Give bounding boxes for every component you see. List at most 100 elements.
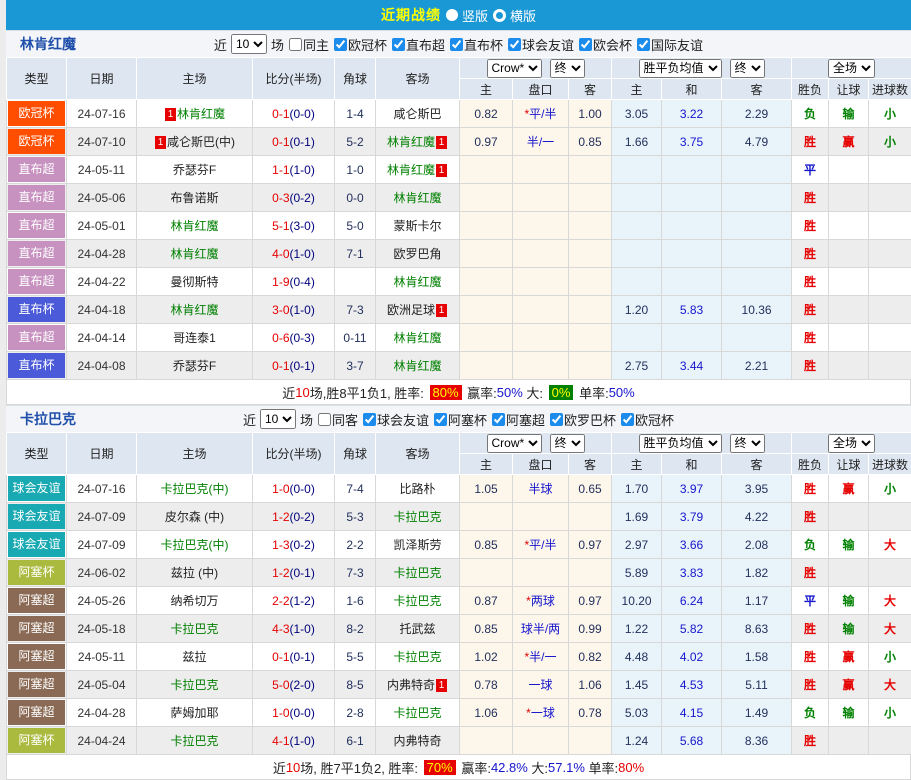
league-filter[interactable]: 阿塞杯 [430, 410, 487, 429]
layout-horizontal-radio[interactable]: 横版 [493, 6, 536, 25]
league-filter-label: 阿塞杯 [448, 410, 487, 429]
europe-avg-select[interactable]: 胜平负均值 [639, 434, 722, 453]
away-team-name[interactable]: 卡拉巴克 [393, 706, 441, 720]
same-venue-filter[interactable]: 同主 [285, 35, 329, 54]
home-team-name[interactable]: 林肯红魔 [170, 247, 218, 261]
home-team-name[interactable]: 卡拉巴克 [170, 734, 218, 748]
league-filter[interactable]: 欧冠杯 [330, 35, 387, 54]
home-team-name[interactable]: 兹拉 (中) [171, 566, 218, 580]
league-filter-checkbox[interactable] [508, 38, 521, 51]
away-team-name[interactable]: 欧罗巴角 [393, 247, 441, 261]
league-filter-checkbox[interactable] [334, 38, 347, 51]
europe-final-select[interactable]: 终 [730, 434, 765, 453]
same-venue-checkbox[interactable] [318, 413, 331, 426]
home-team-name[interactable]: 卡拉巴克(中) [161, 482, 229, 496]
home-team-name[interactable]: 乔瑟芬F [173, 359, 216, 373]
league-filter-checkbox[interactable] [621, 413, 634, 426]
league-filter-checkbox[interactable] [392, 38, 405, 51]
score-cell: 0-1(0-0) [253, 100, 335, 128]
league-filter-checkbox[interactable] [550, 413, 563, 426]
home-team-name[interactable]: 萨姆加耶 [170, 706, 218, 720]
recent-count-select[interactable]: 10 [260, 409, 296, 429]
home-team-name[interactable]: 卡拉巴克(中) [161, 538, 229, 552]
league-filter[interactable]: 国际友谊 [633, 35, 703, 54]
away-team-name[interactable]: 林肯红魔 [393, 191, 441, 205]
europe-avg-select[interactable]: 胜平负均值 [639, 59, 722, 78]
away-team-name[interactable]: 卡拉巴克 [393, 594, 441, 608]
away-team-name[interactable]: 林肯红魔 [387, 135, 435, 149]
scope-select[interactable]: 全场 [828, 434, 875, 453]
league-filter-checkbox[interactable] [637, 38, 650, 51]
home-team-cell: 哥连泰1 [137, 324, 253, 352]
away-team-name[interactable]: 内弗特奇 [393, 734, 441, 748]
goals-cell [869, 324, 911, 352]
handicap-cell [829, 296, 869, 324]
away-team-name[interactable]: 欧洲足球 [387, 303, 435, 317]
home-team-name[interactable]: 曼彻斯特 [170, 275, 218, 289]
league-filter[interactable]: 球会友谊 [359, 410, 429, 429]
same-venue-checkbox[interactable] [289, 38, 302, 51]
away-team-name[interactable]: 比路朴 [399, 482, 435, 496]
away-team-name[interactable]: 林肯红魔 [387, 163, 435, 177]
games-label: 场 [271, 35, 284, 54]
scope-select[interactable]: 全场 [828, 59, 875, 78]
same-venue-filter[interactable]: 同客 [314, 410, 358, 429]
europe-final-select[interactable]: 终 [730, 59, 765, 78]
league-filter[interactable]: 直布杯 [446, 35, 503, 54]
handicap-cell: 输 [829, 100, 869, 128]
away-team-name[interactable]: 林肯红魔 [393, 275, 441, 289]
away-team-name[interactable]: 内弗特奇 [387, 678, 435, 692]
league-filter[interactable]: 欧冠杯 [617, 410, 674, 429]
home-team-name[interactable]: 卡拉巴克 [170, 622, 218, 636]
home-team-name[interactable]: 咸仑斯巴(中) [167, 135, 235, 149]
eu-draw-odds [662, 268, 722, 296]
league-filter-checkbox[interactable] [492, 413, 505, 426]
home-team-name[interactable]: 卡拉巴克 [170, 678, 218, 692]
ah-line: *一球 [513, 699, 569, 727]
eu-away-odds [722, 268, 792, 296]
away-team-name[interactable]: 卡拉巴克 [393, 650, 441, 664]
league-filter-checkbox[interactable] [434, 413, 447, 426]
horizontal-label: 横版 [510, 6, 536, 25]
goals-cell: 大 [869, 587, 911, 615]
league-filter[interactable]: 欧罗巴杯 [546, 410, 616, 429]
league-filter-checkbox[interactable] [579, 38, 592, 51]
away-team-name[interactable]: 林肯红魔 [393, 359, 441, 373]
home-team-name[interactable]: 纳希切万 [170, 594, 218, 608]
league-filter[interactable]: 球会友谊 [504, 35, 574, 54]
odds-provider-select[interactable]: Crow* [487, 59, 542, 78]
away-team-name[interactable]: 咸仑斯巴 [393, 107, 441, 121]
home-team-name[interactable]: 林肯红魔 [177, 107, 225, 121]
fulltime-score: 3-0 [272, 303, 289, 317]
odds-provider-select[interactable]: Crow* [487, 434, 542, 453]
away-team-name[interactable]: 卡拉巴克 [393, 510, 441, 524]
home-team-name[interactable]: 乔瑟芬F [173, 163, 216, 177]
col-subheader: 进球数 [869, 454, 911, 475]
date-cell: 24-04-24 [67, 727, 137, 755]
league-filter-checkbox[interactable] [450, 38, 463, 51]
score-cell: 0-1(0-1) [253, 352, 335, 380]
home-team-name[interactable]: 布鲁诺斯 [170, 191, 218, 205]
layout-vertical-radio[interactable]: 竖版 [446, 6, 488, 25]
away-team-name[interactable]: 蒙斯卡尔 [393, 219, 441, 233]
league-filter[interactable]: 欧会杯 [575, 35, 632, 54]
away-team-name[interactable]: 托武兹 [399, 622, 435, 636]
league-filter[interactable]: 直布超 [388, 35, 445, 54]
away-team-name[interactable]: 卡拉巴克 [393, 566, 441, 580]
home-team-name[interactable]: 兹拉 [182, 650, 206, 664]
league-badge: 球会友谊 [8, 504, 65, 529]
away-team-name[interactable]: 凯泽斯劳 [393, 538, 441, 552]
home-team-name[interactable]: 皮尔森 (中) [165, 510, 224, 524]
radio-selected-icon [446, 9, 458, 21]
league-filter[interactable]: 阿塞超 [488, 410, 545, 429]
odds-final-select[interactable]: 终 [550, 59, 585, 78]
home-team-name[interactable]: 林肯红魔 [170, 303, 218, 317]
recent-count-select[interactable]: 10 [231, 34, 267, 54]
away-team-name[interactable]: 林肯红魔 [393, 331, 441, 345]
odds-final-select[interactable]: 终 [550, 434, 585, 453]
result-cell: 胜 [792, 671, 829, 699]
home-team-name[interactable]: 林肯红魔 [170, 219, 218, 233]
league-filter-checkbox[interactable] [363, 413, 376, 426]
date-cell: 24-05-26 [67, 587, 137, 615]
home-team-name[interactable]: 哥连泰1 [173, 331, 216, 345]
